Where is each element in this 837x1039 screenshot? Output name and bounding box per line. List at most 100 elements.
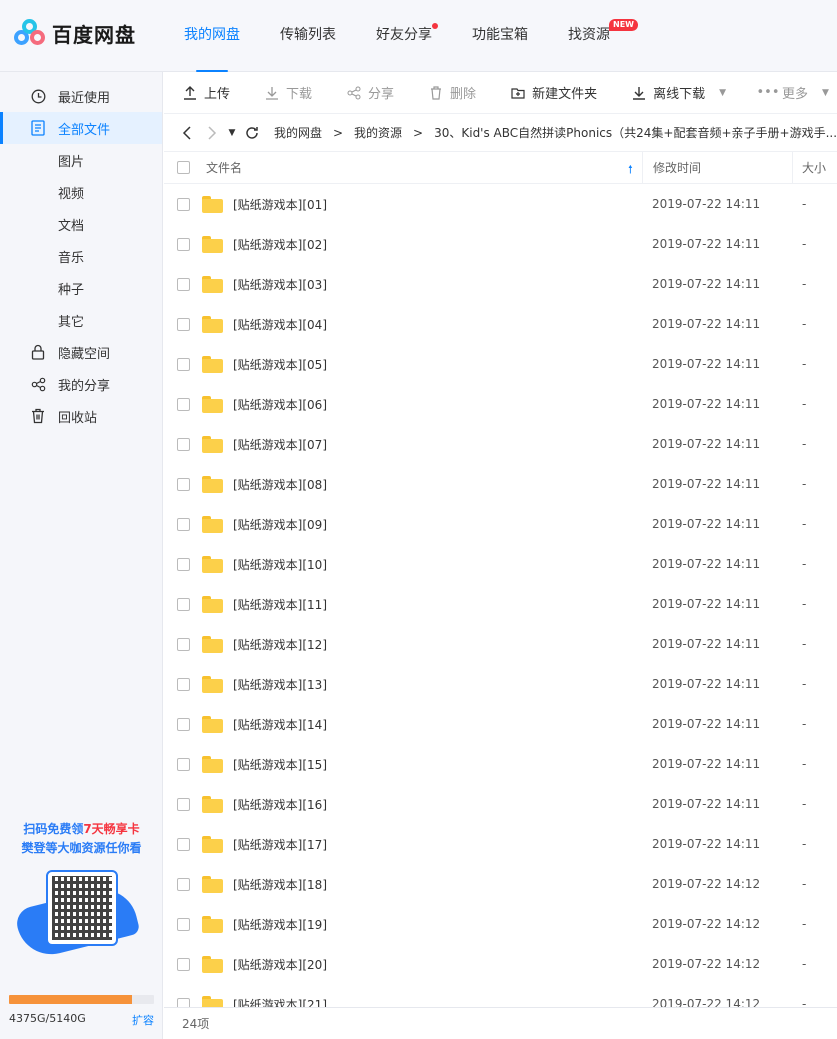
- refresh-button[interactable]: [242, 126, 261, 140]
- history-dropdown[interactable]: ▼: [228, 128, 237, 138]
- row-checkbox[interactable]: [177, 277, 190, 291]
- row-checkbox[interactable]: [177, 357, 190, 371]
- row-checkbox[interactable]: [177, 917, 190, 931]
- table-row[interactable]: [贴纸游戏本][08] 2019-07-22 14:11 -: [164, 464, 837, 504]
- row-checkbox[interactable]: [177, 517, 190, 531]
- sidebar-item[interactable]: 全部文件: [0, 112, 162, 144]
- file-name[interactable]: [贴纸游戏本][08]: [233, 476, 327, 493]
- file-name[interactable]: [贴纸游戏本][16]: [233, 796, 327, 813]
- breadcrumb-item[interactable]: 30、Kid's ABC自然拼读Phonics（共24集+配套音频+亲子手册+游…: [434, 124, 837, 141]
- sidebar-item[interactable]: 其它: [0, 304, 162, 336]
- sidebar-item[interactable]: 视频: [0, 176, 162, 208]
- table-row[interactable]: [贴纸游戏本][21] 2019-07-22 14:12 -: [164, 984, 837, 1007]
- forward-button[interactable]: [203, 125, 222, 140]
- table-row[interactable]: [贴纸游戏本][10] 2019-07-22 14:11 -: [164, 544, 837, 584]
- file-name[interactable]: [贴纸游戏本][04]: [233, 316, 327, 333]
- sidebar-item[interactable]: 音乐: [0, 240, 162, 272]
- table-row[interactable]: [贴纸游戏本][20] 2019-07-22 14:12 -: [164, 944, 837, 984]
- table-row[interactable]: [贴纸游戏本][12] 2019-07-22 14:11 -: [164, 624, 837, 664]
- file-name[interactable]: [贴纸游戏本][05]: [233, 356, 327, 373]
- table-row[interactable]: [贴纸游戏本][07] 2019-07-22 14:11 -: [164, 424, 837, 464]
- row-checkbox[interactable]: [177, 557, 190, 571]
- table-row[interactable]: [贴纸游戏本][04] 2019-07-22 14:11 -: [164, 304, 837, 344]
- table-row[interactable]: [贴纸游戏本][15] 2019-07-22 14:11 -: [164, 744, 837, 784]
- file-name[interactable]: [贴纸游戏本][09]: [233, 516, 327, 533]
- sidebar-item[interactable]: 种子: [0, 272, 162, 304]
- top-nav-tab[interactable]: 我的网盘: [184, 24, 240, 72]
- file-name[interactable]: [贴纸游戏本][18]: [233, 876, 327, 893]
- file-name[interactable]: [贴纸游戏本][07]: [233, 436, 327, 453]
- file-name[interactable]: [贴纸游戏本][10]: [233, 556, 327, 573]
- row-checkbox[interactable]: [177, 757, 190, 771]
- column-time-header[interactable]: 修改时间: [642, 152, 793, 184]
- sort-asc-icon[interactable]: 🠕: [628, 161, 633, 180]
- row-checkbox[interactable]: [177, 437, 190, 451]
- row-checkbox[interactable]: [177, 237, 190, 251]
- row-checkbox[interactable]: [177, 637, 190, 651]
- select-all-checkbox[interactable]: [177, 161, 190, 174]
- download-button[interactable]: 下载: [264, 83, 312, 102]
- column-size-header[interactable]: 大小: [802, 152, 826, 184]
- file-name[interactable]: [贴纸游戏本][03]: [233, 276, 327, 293]
- row-checkbox[interactable]: [177, 317, 190, 331]
- table-row[interactable]: [贴纸游戏本][16] 2019-07-22 14:11 -: [164, 784, 837, 824]
- file-name[interactable]: [贴纸游戏本][02]: [233, 236, 327, 253]
- delete-button[interactable]: 删除: [428, 83, 476, 102]
- table-row[interactable]: [贴纸游戏本][17] 2019-07-22 14:11 -: [164, 824, 837, 864]
- table-row[interactable]: [贴纸游戏本][01] 2019-07-22 14:11 -: [164, 184, 837, 224]
- expand-storage-link[interactable]: 扩容: [132, 1012, 154, 1028]
- top-nav-tab[interactable]: 传输列表: [280, 24, 336, 72]
- table-row[interactable]: [贴纸游戏本][14] 2019-07-22 14:11 -: [164, 704, 837, 744]
- row-checkbox[interactable]: [177, 717, 190, 731]
- file-name[interactable]: [贴纸游戏本][21]: [233, 996, 327, 1008]
- row-checkbox[interactable]: [177, 797, 190, 811]
- table-row[interactable]: [贴纸游戏本][13] 2019-07-22 14:11 -: [164, 664, 837, 704]
- sidebar-item[interactable]: 隐藏空间: [0, 336, 162, 368]
- table-row[interactable]: [贴纸游戏本][18] 2019-07-22 14:12 -: [164, 864, 837, 904]
- row-checkbox[interactable]: [177, 677, 190, 691]
- file-name[interactable]: [贴纸游戏本][14]: [233, 716, 327, 733]
- file-name[interactable]: [贴纸游戏本][11]: [233, 596, 327, 613]
- column-name-header[interactable]: 文件名: [206, 159, 630, 176]
- table-row[interactable]: [贴纸游戏本][02] 2019-07-22 14:11 -: [164, 224, 837, 264]
- top-nav-tab[interactable]: 功能宝箱: [472, 24, 528, 72]
- row-checkbox[interactable]: [177, 197, 190, 211]
- sidebar-item[interactable]: 回收站: [0, 400, 162, 432]
- brand-logo[interactable]: 百度网盘: [14, 18, 136, 48]
- row-checkbox[interactable]: [177, 877, 190, 891]
- table-row[interactable]: [贴纸游戏本][19] 2019-07-22 14:12 -: [164, 904, 837, 944]
- table-row[interactable]: [贴纸游戏本][03] 2019-07-22 14:11 -: [164, 264, 837, 304]
- row-checkbox[interactable]: [177, 997, 190, 1007]
- file-name[interactable]: [贴纸游戏本][01]: [233, 196, 327, 213]
- sidebar-item[interactable]: 最近使用: [0, 80, 162, 112]
- row-checkbox[interactable]: [177, 597, 190, 611]
- table-row[interactable]: [贴纸游戏本][11] 2019-07-22 14:11 -: [164, 584, 837, 624]
- top-nav-tab[interactable]: 好友分享: [376, 23, 438, 72]
- offline-download-button[interactable]: 离线下载 ▼: [631, 83, 726, 102]
- back-button[interactable]: [178, 125, 197, 140]
- top-nav-tab[interactable]: 找资源 NEW: [568, 19, 638, 72]
- table-row[interactable]: [贴纸游戏本][06] 2019-07-22 14:11 -: [164, 384, 837, 424]
- sidebar-item[interactable]: 我的分享: [0, 368, 162, 400]
- table-row[interactable]: [贴纸游戏本][05] 2019-07-22 14:11 -: [164, 344, 837, 384]
- file-name[interactable]: [贴纸游戏本][15]: [233, 756, 327, 773]
- row-checkbox[interactable]: [177, 477, 190, 491]
- breadcrumb-item[interactable]: 我的网盘: [274, 124, 322, 141]
- sidebar-item[interactable]: 图片: [0, 144, 162, 176]
- more-button[interactable]: ••• 更多 ▼: [757, 83, 829, 102]
- row-checkbox[interactable]: [177, 957, 190, 971]
- file-name[interactable]: [贴纸游戏本][19]: [233, 916, 327, 933]
- file-name[interactable]: [贴纸游戏本][20]: [233, 956, 327, 973]
- row-checkbox[interactable]: [177, 837, 190, 851]
- file-name[interactable]: [贴纸游戏本][12]: [233, 636, 327, 653]
- table-row[interactable]: [贴纸游戏本][09] 2019-07-22 14:11 -: [164, 504, 837, 544]
- row-checkbox[interactable]: [177, 397, 190, 411]
- breadcrumb-item[interactable]: 我的资源: [354, 124, 402, 141]
- file-name[interactable]: [贴纸游戏本][17]: [233, 836, 327, 853]
- file-name[interactable]: [贴纸游戏本][13]: [233, 676, 327, 693]
- file-name[interactable]: [贴纸游戏本][06]: [233, 396, 327, 413]
- promo-banner[interactable]: 扫码免费领7天畅享卡 樊登等大咖资源任你看: [0, 820, 163, 966]
- share-button[interactable]: 分享: [346, 83, 394, 102]
- sidebar-item[interactable]: 文档: [0, 208, 162, 240]
- new-folder-button[interactable]: 新建文件夹: [510, 83, 597, 102]
